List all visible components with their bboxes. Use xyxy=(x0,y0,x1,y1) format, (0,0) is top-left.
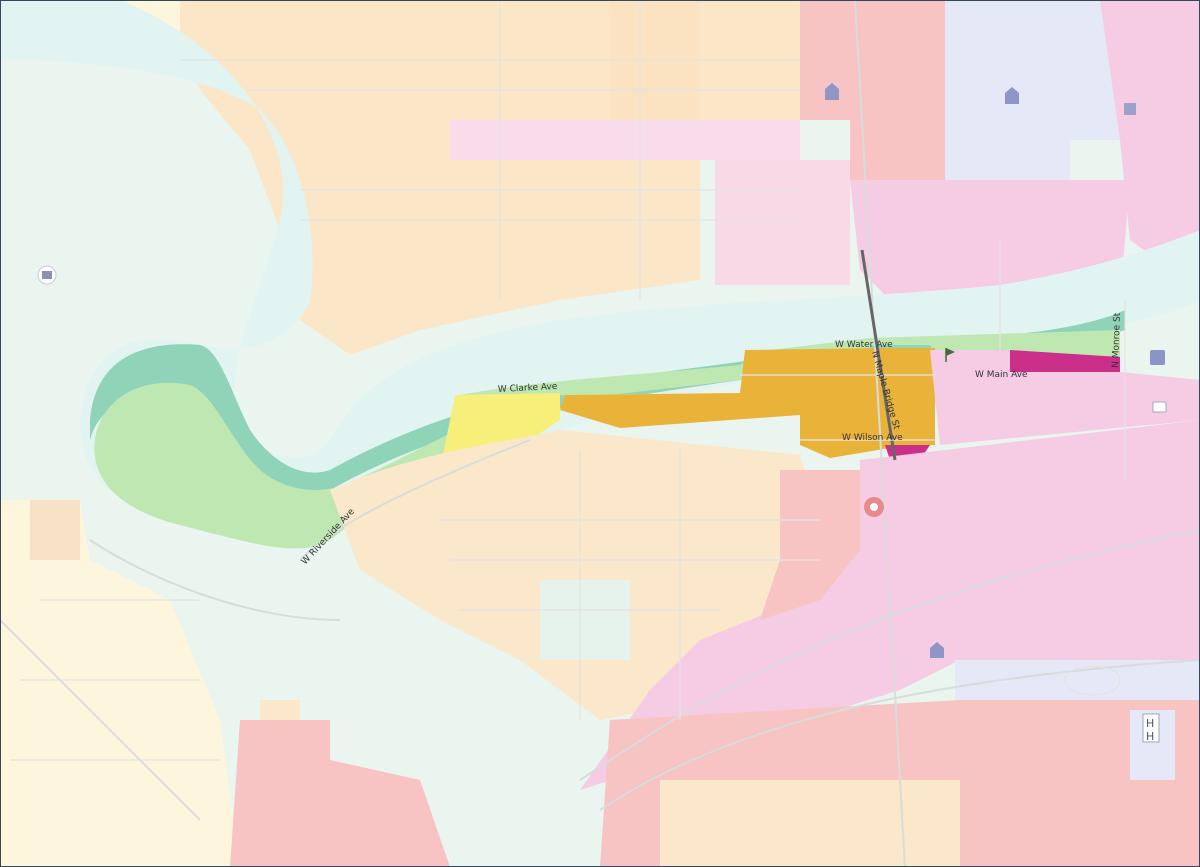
map-canvas: W Water Ave W Clarke Ave W Main Ave W Wi… xyxy=(0,0,1200,867)
mail-icon[interactable] xyxy=(1152,401,1167,413)
park-south-square[interactable] xyxy=(540,580,630,660)
zone-residential-tiny[interactable] xyxy=(260,700,300,720)
street-label-monroe: N Monroe St xyxy=(1111,312,1123,368)
fire-station-icon[interactable] xyxy=(864,497,884,517)
zone-residential-se[interactable] xyxy=(660,780,960,867)
svg-text:H: H xyxy=(1146,717,1154,730)
info-icon[interactable] xyxy=(1150,350,1165,365)
street-label-main: W Main Ave xyxy=(975,370,1028,380)
zoning-map[interactable]: W Water Ave W Clarke Ave W Main Ave W Wi… xyxy=(0,0,1200,867)
zone-pink-strip[interactable] xyxy=(450,120,800,160)
street-label-wilson: W Wilson Ave xyxy=(842,433,903,443)
zone-residential-block-sw[interactable] xyxy=(30,500,80,560)
zone-pink-block[interactable] xyxy=(715,160,850,285)
street-label-water: W Water Ave xyxy=(835,340,893,350)
svg-text:H: H xyxy=(1146,730,1154,743)
hospital-icon[interactable]: H H xyxy=(1142,713,1160,743)
zone-institutional-rail[interactable] xyxy=(955,660,1200,700)
government-building-icon[interactable] xyxy=(1124,103,1136,115)
landmark-icon[interactable] xyxy=(37,265,57,285)
